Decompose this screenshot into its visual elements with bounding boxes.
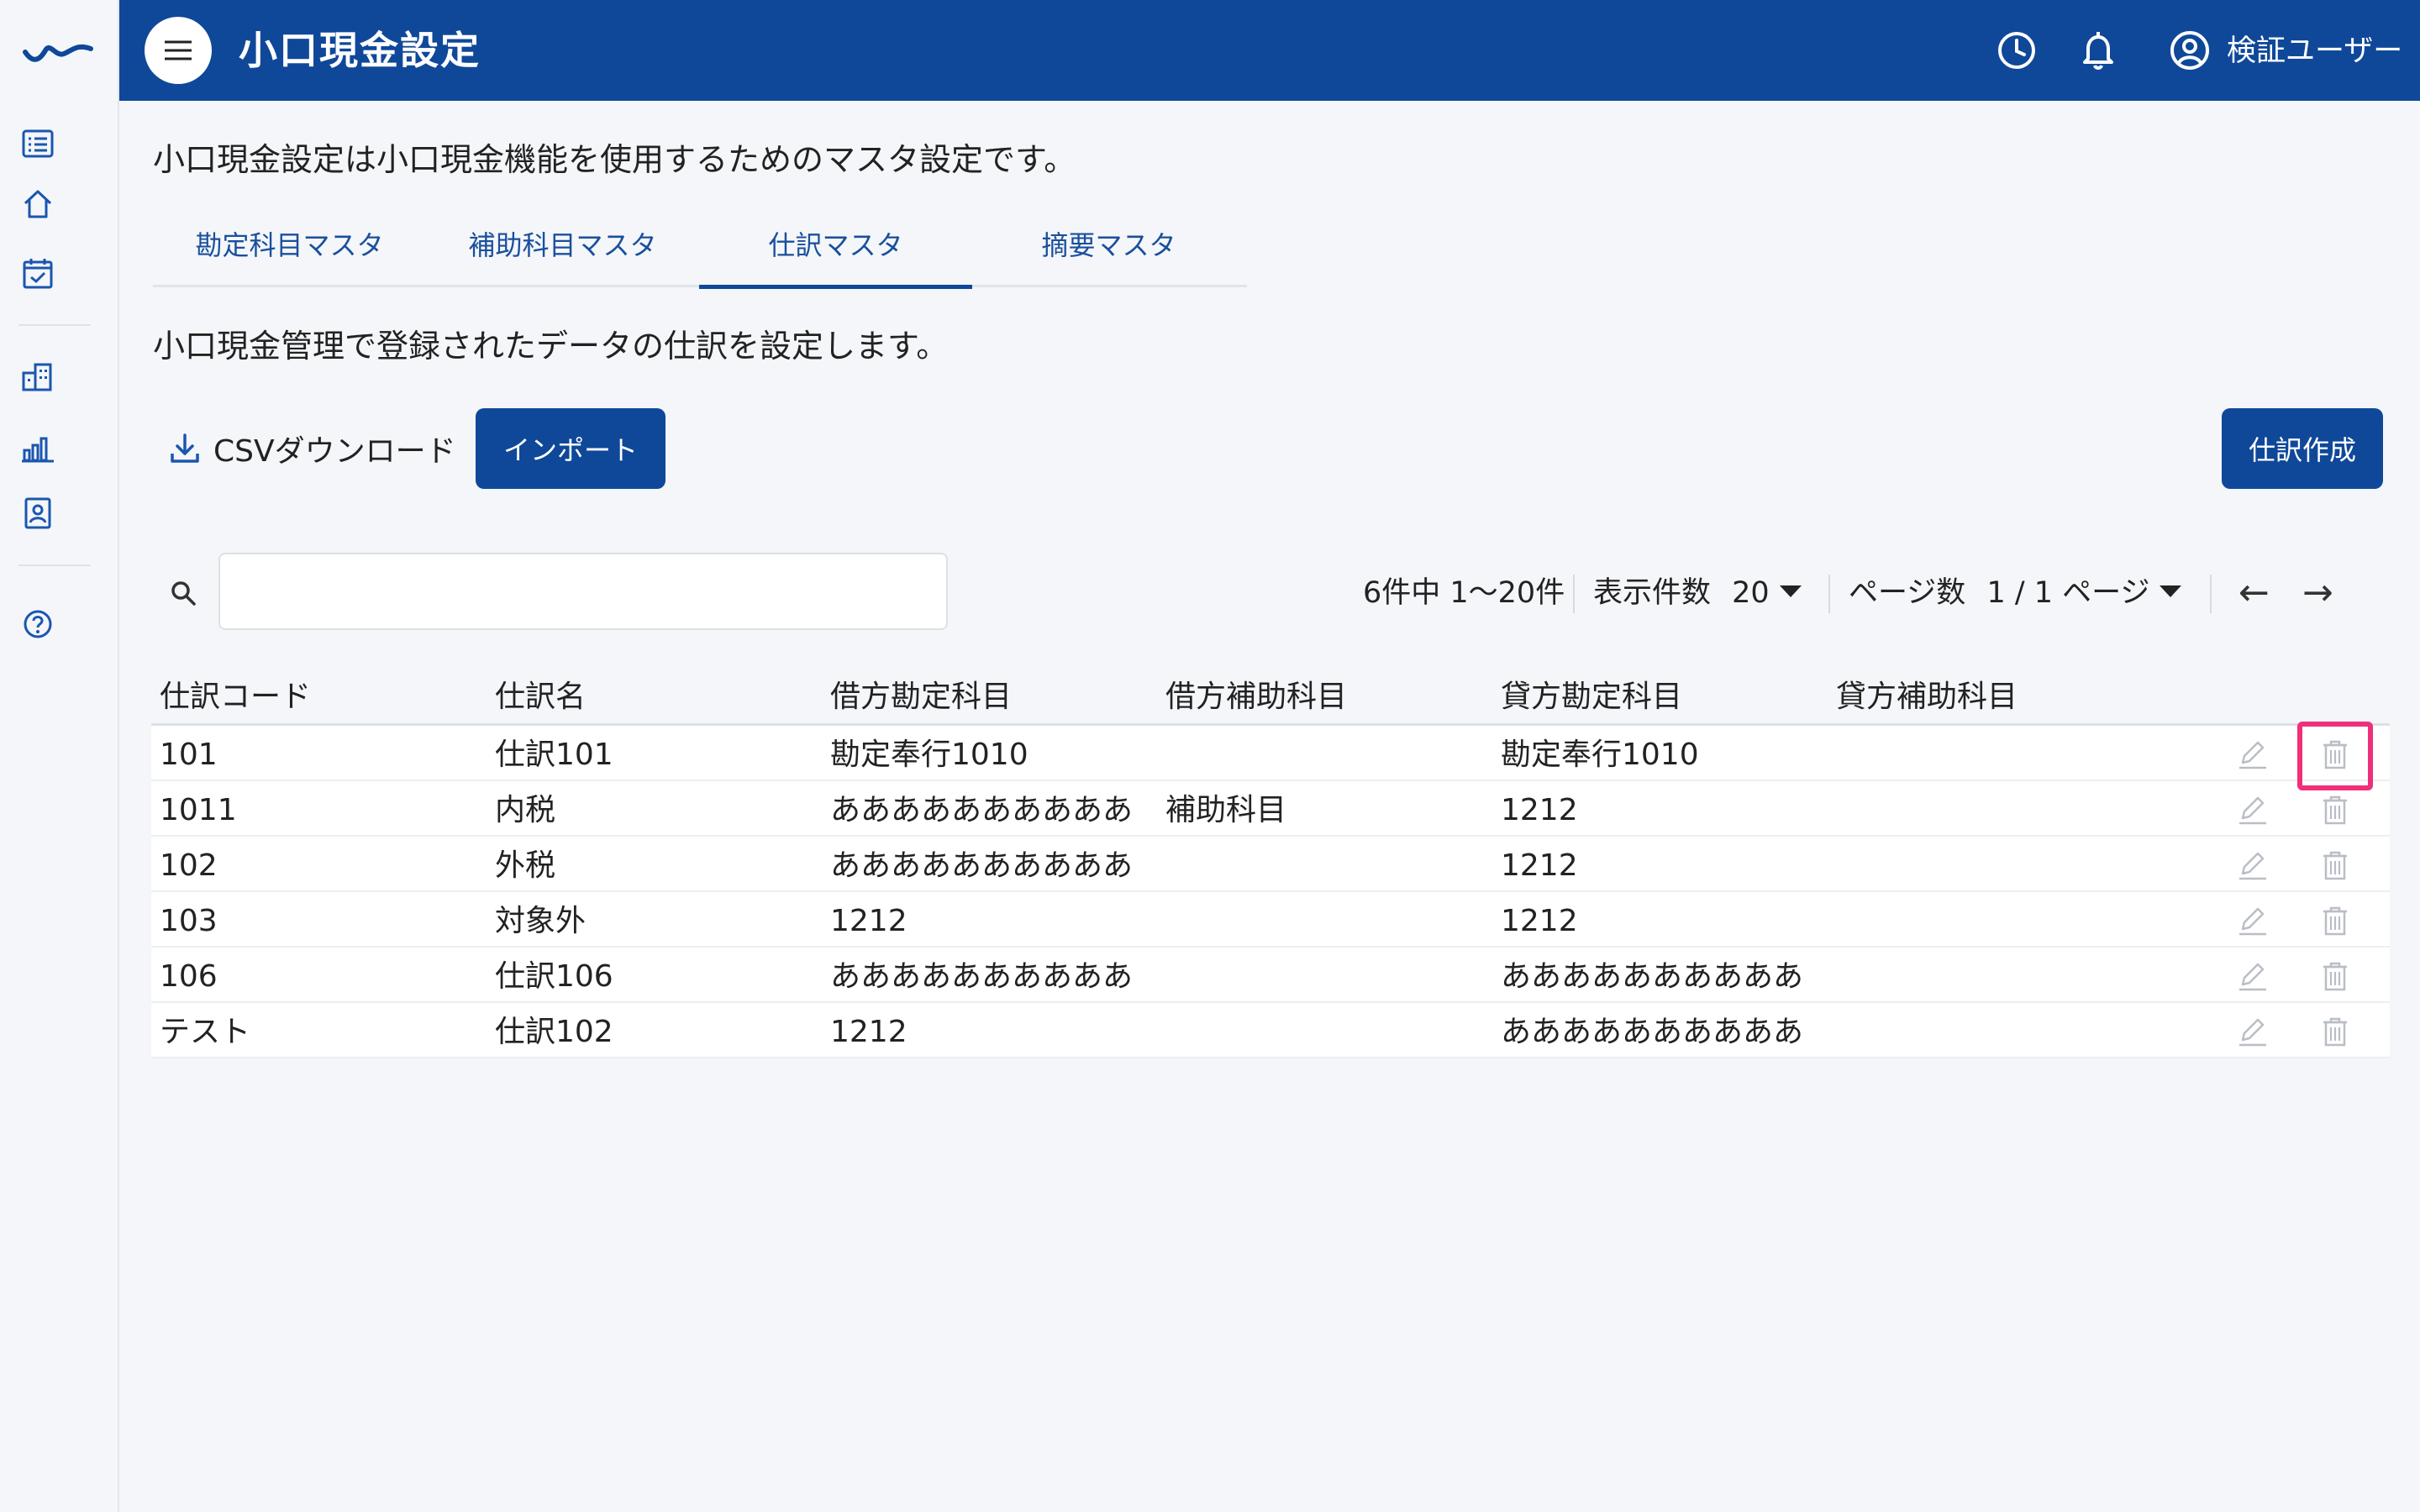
create-journal-button[interactable]: 仕訳作成 [2222,408,2383,489]
page-title: 小口現金設定 [239,28,481,73]
edit-icon[interactable] [2236,848,2270,882]
help-icon[interactable] [20,606,55,642]
trash-icon[interactable] [2318,904,2352,937]
cell-debit-account: ああああああああああ [830,793,1134,827]
table-row[interactable]: テスト 仕訳102 1212 ああああああああああ [151,1003,2390,1058]
cell-journal-name: 対象外 [495,904,587,938]
cell-credit-account: 1212 [1501,793,1578,827]
tab-journal-master[interactable]: 仕訳マスタ [699,220,972,289]
per-page-select[interactable]: 表示件数 20 [1593,568,1802,618]
cell-debit-account: ああああああああああ [830,848,1134,883]
delete-highlight-box [2297,722,2373,790]
cell-journal-code: 106 [160,959,218,994]
caret-down-icon [2160,585,2182,597]
caret-down-icon [1779,585,1802,597]
col-credit-account: 貸方勘定科目 [1501,680,1683,714]
table-row[interactable]: 102 外税 ああああああああああ 1212 [151,837,2390,892]
tab-account-master[interactable]: 勘定科目マスタ [153,220,426,287]
edit-icon[interactable] [2236,904,2270,937]
search-icon [171,581,196,606]
col-debit-sub-account: 借方補助科目 [1165,680,1348,714]
result-summary: 6件中 1〜20件 [1363,576,1565,610]
col-credit-sub-account: 貸方補助科目 [1836,680,2018,714]
col-journal-code: 仕訳コード [160,680,312,714]
cell-credit-account: ああああああああああ [1501,959,1804,994]
calendar-check-icon[interactable] [20,255,55,291]
id-card-icon[interactable] [20,496,55,531]
csv-download-label: CSVダウンロード [213,434,456,469]
cell-journal-code: 103 [160,904,218,938]
cell-debit-account: 1212 [830,904,908,938]
bar-chart-icon[interactable] [20,430,55,465]
search-input[interactable] [218,553,948,630]
menu-button[interactable] [145,17,212,84]
user-name[interactable]: 検証ユーザー [2227,30,2402,72]
side-rail [0,0,119,1512]
next-page-button[interactable]: → [2302,568,2333,618]
edit-icon[interactable] [2236,738,2270,771]
trash-icon[interactable] [2318,959,2352,993]
cell-credit-account: 勘定奉行1010 [1501,738,1699,772]
cell-journal-name: 内税 [495,793,556,827]
trash-icon[interactable] [2318,793,2352,827]
cell-debit-account: 1212 [830,1015,908,1049]
hamburger-icon [165,40,192,60]
journal-table: 仕訳コード 仕訳名 借方勘定科目 借方補助科目 貸方勘定科目 貸方補助科目 10… [151,664,2390,1058]
per-page-label: 表示件数 [1593,576,1712,610]
brand-logo[interactable] [22,37,94,62]
cell-credit-account: 1212 [1501,848,1578,883]
edit-icon[interactable] [2236,1015,2270,1048]
cell-debit-account: 勘定奉行1010 [830,738,1028,772]
section-description: 小口現金管理で登録されたデータの仕訳を設定します。 [153,328,949,365]
prev-page-button[interactable]: ← [2238,568,2270,618]
table-row[interactable]: 101 仕訳101 勘定奉行1010 勘定奉行1010 [151,726,2390,781]
home-icon[interactable] [20,186,55,222]
cell-journal-code: 101 [160,738,218,772]
page-value: 1 / 1 ページ [1986,576,2150,610]
history-icon[interactable] [1991,25,2042,76]
cell-journal-code: テスト [160,1015,251,1049]
table-body: 101 仕訳101 勘定奉行1010 勘定奉行1010 1011 内税 ああああああああああ… [151,726,2390,1058]
cell-debit-sub-account: 補助科目 [1165,793,1287,827]
csv-download-button[interactable]: CSVダウンロード [168,423,456,474]
user-circle-icon[interactable] [2165,25,2215,76]
cell-journal-code: 1011 [160,793,237,827]
edit-icon[interactable] [2236,959,2270,993]
app-header: 小口現金設定 検証ユーザー [119,0,2420,101]
cell-journal-name: 外税 [495,848,556,883]
edit-icon[interactable] [2236,793,2270,827]
tab-summary-master[interactable]: 摘要マスタ [972,220,1245,287]
page-select[interactable]: ページ数 1 / 1 ページ [1849,568,2182,618]
cell-journal-name: 仕訳106 [495,959,613,994]
cell-credit-account: ああああああああああ [1501,1015,1804,1049]
download-icon [171,433,199,463]
col-journal-name: 仕訳名 [495,680,587,714]
trash-icon[interactable] [2318,1015,2352,1048]
page-label: ページ数 [1849,576,1966,610]
table-row[interactable]: 106 仕訳106 ああああああああああ ああああああああああ [151,948,2390,1003]
cell-journal-name: 仕訳102 [495,1015,613,1049]
per-page-value: 20 [1732,576,1770,610]
table-row[interactable]: 1011 内税 ああああああああああ 補助科目 1212 [151,781,2390,837]
col-debit-account: 借方勘定科目 [830,680,1013,714]
cell-journal-code: 102 [160,848,218,883]
building-icon[interactable] [20,360,55,395]
cell-debit-account: ああああああああああ [830,959,1134,994]
import-button[interactable]: インポート [476,408,666,489]
master-tabs: 勘定科目マスタ 補助科目マスタ 仕訳マスタ 摘要マスタ [153,220,1247,289]
page-description: 小口現金設定は小口現金機能を使用するためのマスタ設定です。 [153,141,1076,178]
table-header: 仕訳コード 仕訳名 借方勘定科目 借方補助科目 貸方勘定科目 貸方補助科目 [151,664,2390,726]
tab-sub-account-master[interactable]: 補助科目マスタ [426,220,699,287]
cell-journal-name: 仕訳101 [495,738,613,772]
bell-icon[interactable] [2073,25,2123,76]
table-row[interactable]: 103 対象外 1212 1212 [151,892,2390,948]
cell-credit-account: 1212 [1501,904,1578,938]
list-icon[interactable] [20,126,55,161]
trash-icon[interactable] [2318,848,2352,882]
